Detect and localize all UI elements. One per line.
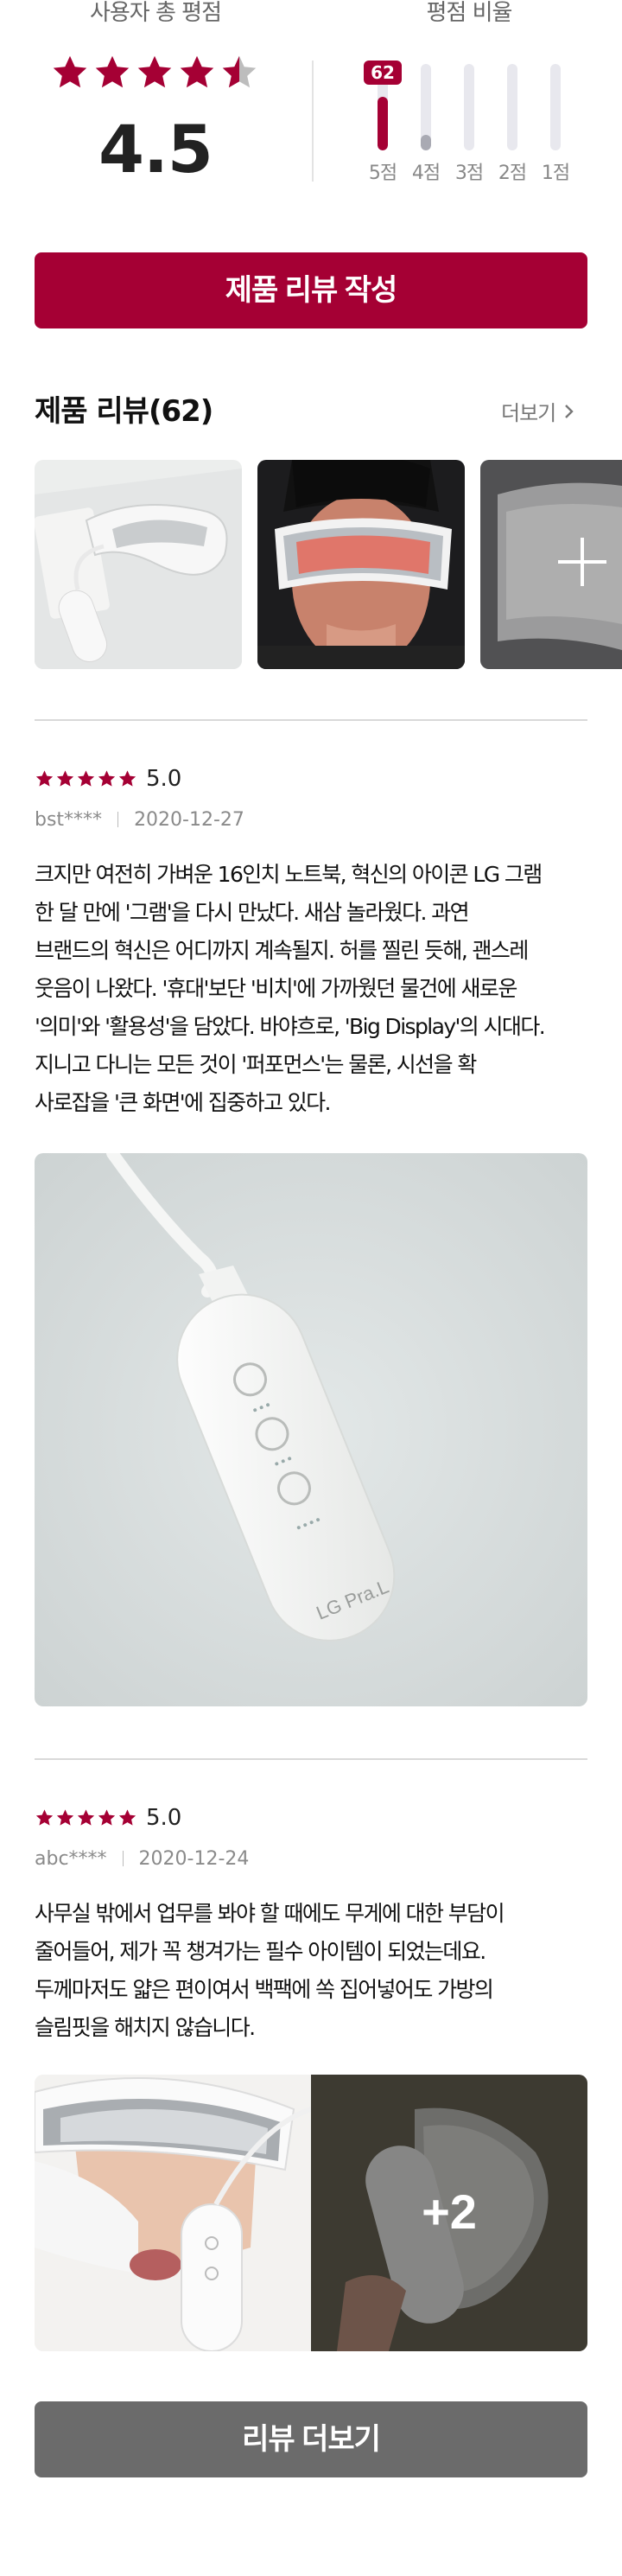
star-icon	[35, 1809, 54, 1826]
star-icon	[98, 1809, 116, 1826]
review-photo[interactable]	[35, 2075, 311, 2351]
write-review-button[interactable]: 제품 리뷰 작성	[35, 252, 587, 328]
meta-separator	[117, 812, 119, 827]
review-meta: bst**** 2020-12-27	[35, 809, 244, 831]
star-icon	[77, 1809, 95, 1826]
star-icon	[56, 1809, 74, 1826]
review-thumbnail-1[interactable]	[35, 460, 242, 669]
average-stars	[50, 54, 259, 92]
bar-label: 4점	[411, 163, 441, 184]
bar-track	[421, 64, 431, 150]
review-meta: abc**** 2020-12-24	[35, 1848, 249, 1870]
bar-track	[550, 64, 561, 150]
more-reviews-link[interactable]: 더보기	[501, 396, 574, 426]
bar-fill	[378, 97, 388, 150]
bar-track	[464, 64, 474, 150]
star-icon	[53, 55, 87, 88]
bar-label: 1점	[541, 163, 570, 184]
review-score: 5.0	[146, 766, 182, 792]
total-rating-label: 사용자 총 평점	[89, 0, 222, 26]
review-stars	[35, 1808, 137, 1827]
review-stars	[35, 769, 137, 788]
review-text: 크지만 여전히 가벼운 16인치 노트북, 혁신의 아이콘 LG 그램 한 달 …	[35, 862, 546, 1115]
review-rating: 5.0	[35, 766, 181, 792]
more-reviews-button[interactable]: 리뷰 더보기	[35, 2401, 587, 2477]
star-icon	[180, 55, 214, 88]
star-icon	[98, 770, 116, 787]
review-date: 2020-12-27	[134, 809, 244, 831]
review-author: bst****	[35, 809, 103, 831]
bar-label: 3점	[454, 163, 484, 184]
review-rating: 5.0	[35, 1805, 181, 1831]
star-icon	[56, 770, 74, 787]
star-icon	[35, 770, 54, 787]
average-score: 4.5	[98, 111, 213, 188]
bar-fill	[421, 135, 431, 150]
rating-ratio-label: 평점 비율	[426, 0, 513, 26]
review-thumbnail-2[interactable]	[257, 460, 465, 669]
bar-track	[507, 64, 517, 150]
chevron-right-icon	[565, 404, 574, 418]
half-star-icon	[222, 55, 257, 88]
extra-photos-count: +2	[422, 2184, 477, 2239]
review-photo[interactable]: LG Pra.L	[35, 1153, 587, 1706]
rating-count-badge: 62	[364, 61, 402, 85]
divider	[35, 719, 587, 721]
divider	[35, 1758, 587, 1760]
star-icon	[118, 770, 136, 787]
review-photo-more[interactable]: +2	[311, 2075, 587, 2351]
summary-divider	[312, 61, 314, 182]
bar-label: 2점	[498, 163, 527, 184]
review-thumbnail-3[interactable]	[480, 460, 622, 669]
review-score: 5.0	[146, 1805, 182, 1831]
star-icon	[137, 55, 172, 88]
reviews-section-title: 제품 리뷰(62)	[35, 394, 213, 429]
meta-separator	[122, 1851, 124, 1866]
review-author: abc****	[35, 1848, 107, 1870]
more-link-label: 더보기	[501, 401, 556, 425]
rating-distribution: 62 5점 4점 3점 2점 1점	[361, 54, 577, 192]
star-icon	[95, 55, 130, 88]
bar-label: 5점	[368, 163, 397, 184]
star-icon	[77, 770, 95, 787]
review-date: 2020-12-24	[138, 1848, 250, 1870]
star-icon	[118, 1809, 136, 1826]
review-text: 사무실 밖에서 업무를 봐야 할 때에도 무게에 대한 부담이 줄어들어, 제가…	[35, 1901, 505, 2040]
